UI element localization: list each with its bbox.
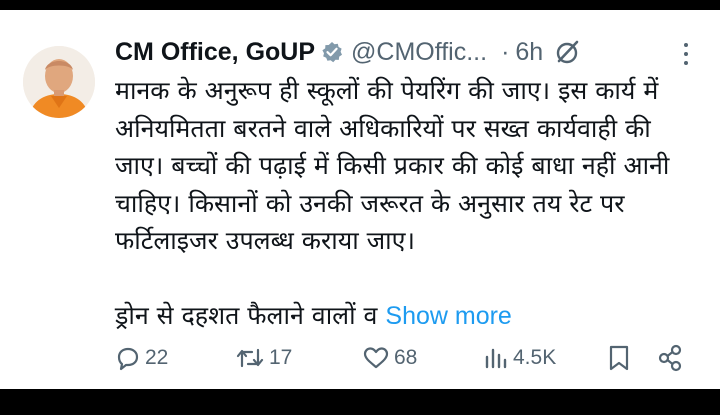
tweet-body-line-3: जाए। बच्चों की पढ़ाई में किसी प्रकार की … [115,151,670,180]
reply-button[interactable]: 22 [115,341,168,375]
verified-badge-icon [321,41,343,63]
tweet-last-line-text: ड्रोन से दहशत फैलाने वालों व [115,300,386,330]
bookmark-icon [607,344,631,372]
avatar[interactable] [23,46,95,118]
share-icon [657,344,685,372]
tweet-body-line-1: मानक के अनुरूप ही स्कूलों की पेयरिंग की … [115,76,659,105]
show-more-link[interactable]: Show more [385,302,511,330]
author-name[interactable]: CM Office, GoUP [115,38,315,67]
share-button[interactable] [657,341,685,375]
repost-count: 17 [269,346,293,369]
tweet-card[interactable]: CM Office, GoUP @CMOffic... · 6h मानक के… [0,10,720,389]
avatar-image [23,46,95,118]
tweet-actions: 22 17 68 4.5K [115,341,695,375]
tweet-last-line: ड्रोन से दहशत फैलाने वालों व Show more [115,297,705,336]
views-button[interactable]: 4.5K [483,341,556,375]
like-icon [362,345,390,371]
repost-button[interactable]: 17 [235,341,292,375]
separator-dot: · [501,37,510,66]
like-button[interactable]: 68 [362,341,417,375]
tweet-body-line-4: चाहिए। किसानों को उनकी जरूरत के अनुसार त… [115,188,625,218]
grok-icon[interactable] [555,39,581,65]
views-count: 4.5K [513,346,557,369]
timestamp[interactable]: 6h [515,38,543,67]
bookmark-button[interactable] [607,341,631,375]
top-black-bar [0,0,720,10]
bottom-black-bar [0,389,720,415]
tweet-body-line-5: फर्टिलाइजर उपलब्ध कराया जाए। [115,226,415,255]
reply-count: 22 [145,346,169,369]
like-count: 68 [394,346,418,369]
tweet-header: CM Office, GoUP @CMOffic... · 6h [115,32,680,72]
repost-icon [235,345,265,371]
reply-icon [115,345,141,371]
more-icon[interactable] [682,43,690,65]
author-handle[interactable]: @CMOffic... [351,38,487,67]
views-icon [483,345,509,371]
tweet-body-line-2: अनियमितता बरतने वाले अधिकारियों पर सख्त … [115,113,651,143]
tweet-text: मानक के अनुरूप ही स्कूलों की पेयरिंग की … [115,72,705,335]
